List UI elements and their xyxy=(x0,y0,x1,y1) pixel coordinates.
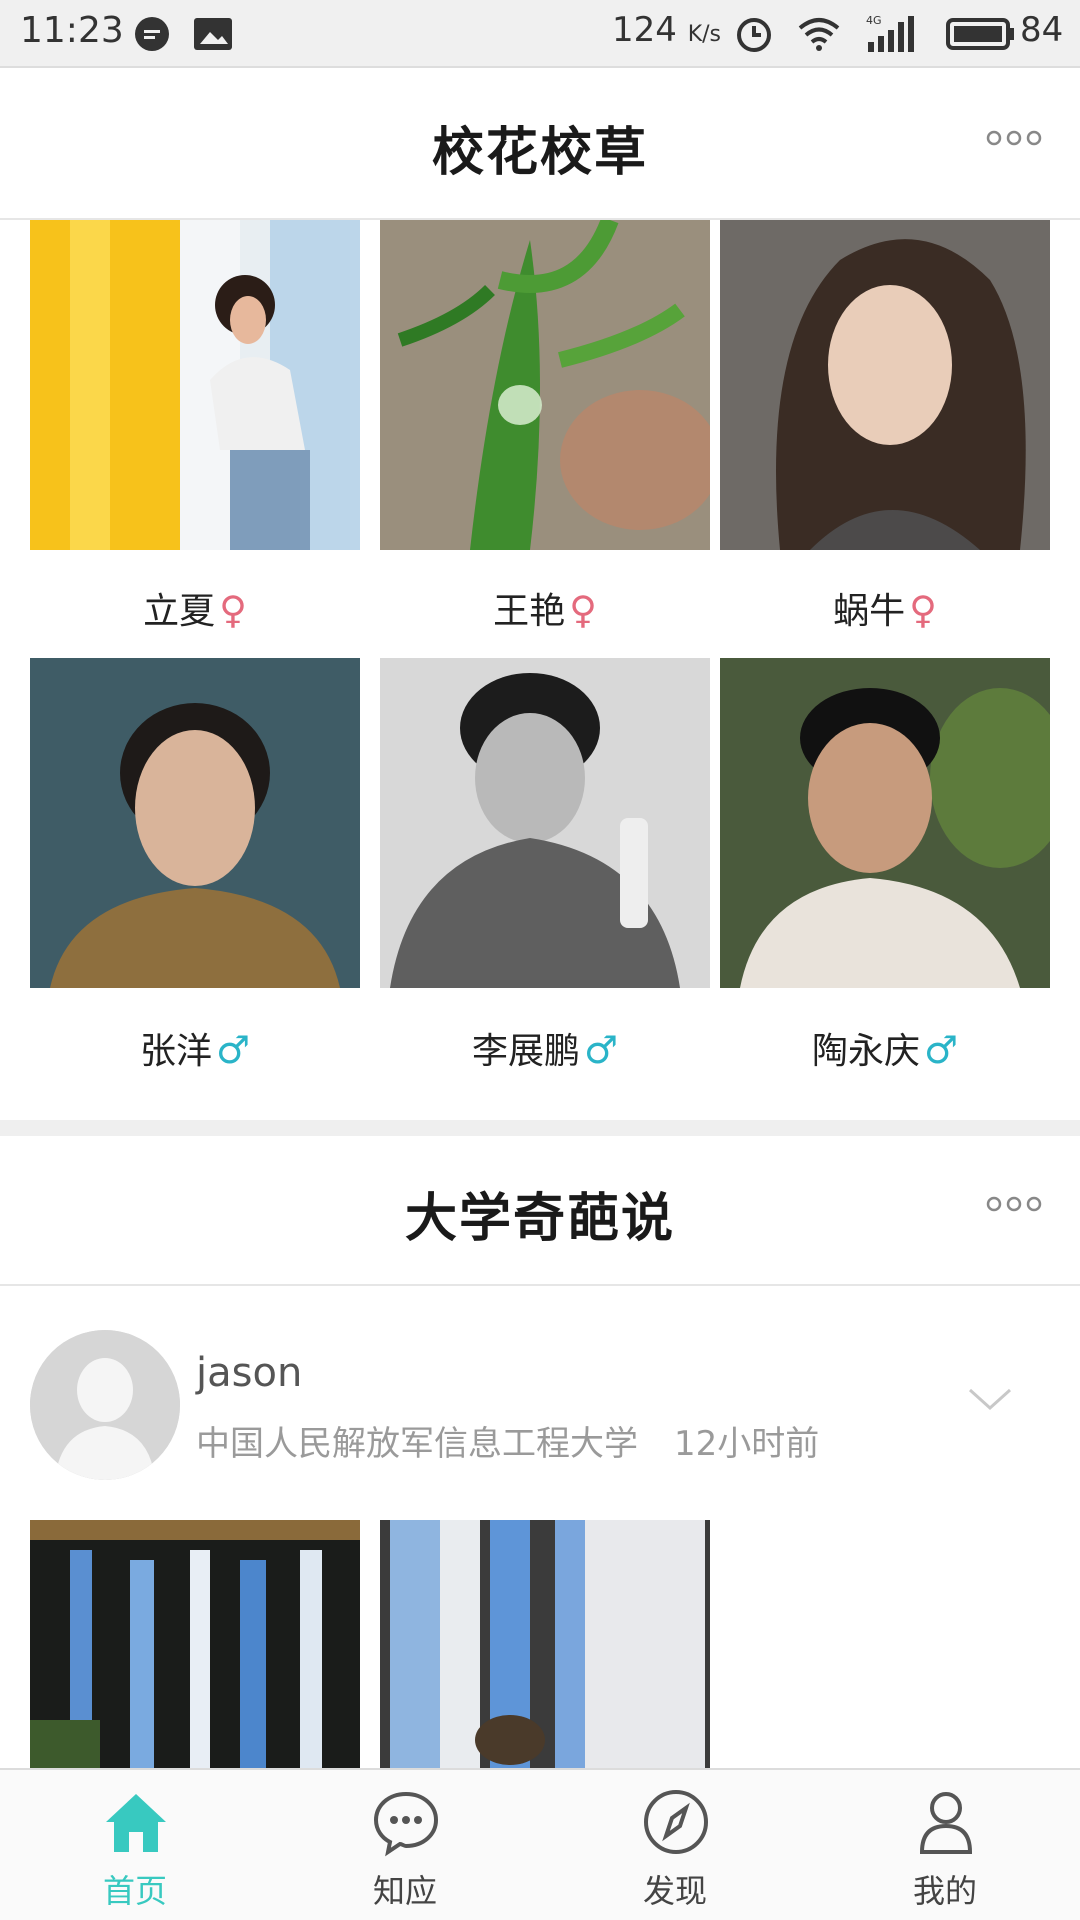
chat-notification-icon xyxy=(132,14,172,58)
tab-label: 首页 xyxy=(102,1872,167,1910)
post-username[interactable]: jason xyxy=(196,1350,302,1396)
campus-beauty-header: 校花校草 xyxy=(0,70,1080,220)
tab-label: 发现 xyxy=(642,1872,707,1910)
female-icon: ♀ xyxy=(219,588,247,632)
alarm-icon xyxy=(734,14,774,58)
post-meta: 中国人民解放军信息工程大学 12小时前 xyxy=(196,1416,819,1465)
image-notification-icon xyxy=(192,14,234,58)
tab-home[interactable]: 首页 xyxy=(0,1770,270,1920)
person-photo[interactable] xyxy=(30,220,360,550)
person-name-label: 立夏 ♀ xyxy=(143,588,247,632)
tab-label: 知应 xyxy=(372,1872,437,1910)
person-photo[interactable] xyxy=(380,658,710,988)
post-image[interactable] xyxy=(380,1520,710,1770)
chat-bubble-icon xyxy=(370,1786,442,1862)
male-icon: ♂ xyxy=(583,1028,619,1072)
tab-me[interactable]: 我的 xyxy=(810,1770,1080,1920)
status-bar: 11:23 124 K/s 4G 84 xyxy=(0,0,1080,68)
avatar[interactable] xyxy=(30,1330,180,1480)
college-debate-header: 大学奇葩说 xyxy=(0,1136,1080,1286)
more-icon[interactable] xyxy=(986,130,1042,150)
person-name-label: 蜗牛 ♀ xyxy=(833,588,937,632)
person-photo[interactable] xyxy=(30,658,360,988)
compass-icon xyxy=(640,1786,712,1862)
network-speed: 124 K/s xyxy=(612,10,722,50)
person-photo[interactable] xyxy=(720,658,1050,988)
person-name-label: 李展鹏 ♂ xyxy=(471,1028,619,1072)
network-type: 4G xyxy=(866,14,882,27)
male-icon: ♂ xyxy=(923,1028,959,1072)
bottom-tab-bar: 首页 知应 发现 我的 xyxy=(0,1768,1080,1920)
person-photo[interactable] xyxy=(720,220,1050,550)
female-icon: ♀ xyxy=(569,588,597,632)
home-icon xyxy=(100,1786,172,1862)
person-photo[interactable] xyxy=(380,220,710,550)
person-name-label: 陶永庆 ♂ xyxy=(811,1028,959,1072)
battery-level: 84 xyxy=(1020,10,1064,50)
chevron-down-icon[interactable] xyxy=(966,1386,1014,1418)
tab-discover[interactable]: 发现 xyxy=(540,1770,810,1920)
tab-label: 我的 xyxy=(912,1872,977,1910)
more-icon[interactable] xyxy=(986,1196,1042,1216)
battery-icon xyxy=(946,14,1016,58)
section-title: 大学奇葩说 xyxy=(404,1189,675,1249)
post-school: 中国人民解放军信息工程大学 xyxy=(196,1424,638,1464)
female-icon: ♀ xyxy=(909,588,937,632)
person-name-label: 王艳 ♀ xyxy=(493,588,597,632)
cellular-signal-icon: 4G xyxy=(864,14,920,58)
person-icon xyxy=(910,1786,982,1862)
post-image[interactable] xyxy=(30,1520,360,1770)
section-divider xyxy=(0,1120,1080,1136)
tab-zhiying[interactable]: 知应 xyxy=(270,1770,540,1920)
status-time: 11:23 xyxy=(20,10,124,51)
post-time: 12小时前 xyxy=(674,1424,820,1464)
wifi-icon xyxy=(796,14,842,58)
section-title: 校花校草 xyxy=(431,123,648,183)
male-icon: ♂ xyxy=(215,1028,251,1072)
person-name-label: 张洋 ♂ xyxy=(139,1028,251,1072)
